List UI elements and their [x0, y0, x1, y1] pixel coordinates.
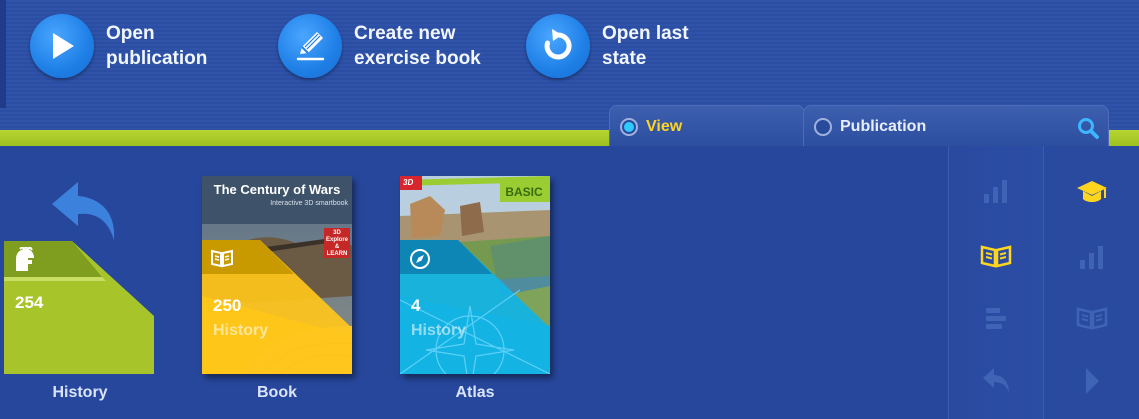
- book-label: Book: [257, 384, 297, 401]
- history-badge: 254: [4, 241, 154, 374]
- helmet-icon: [12, 245, 36, 278]
- view-radio[interactable]: [620, 117, 638, 136]
- atlas-subtitle: History: [411, 322, 467, 339]
- open-publication-label: Open publication: [106, 23, 208, 69]
- play-right-icon[interactable]: [1082, 366, 1102, 401]
- atlas-cover-tag: BASIC: [505, 185, 543, 199]
- book-subtitle: History: [213, 322, 269, 339]
- atlas-corner-logo: 3D: [403, 178, 414, 187]
- open-book-icon[interactable]: [980, 244, 1012, 273]
- list-icon[interactable]: [982, 306, 1010, 337]
- graduation-cap-icon[interactable]: [1075, 178, 1109, 211]
- atlas-count: 4: [411, 296, 421, 315]
- back-arrow-icon[interactable]: [48, 178, 120, 249]
- tab-view-label: View: [646, 117, 683, 135]
- publication-radio[interactable]: [814, 117, 832, 136]
- bar-chart-icon[interactable]: [982, 178, 1010, 209]
- create-exercise-book-button[interactable]: Create new exercise book: [278, 14, 514, 78]
- history-count: 254: [15, 293, 44, 312]
- refresh-icon: [526, 14, 590, 78]
- book-cover-subtitle: Interactive 3D smartbook: [270, 200, 348, 207]
- open-publication-button[interactable]: Open publication: [30, 14, 226, 78]
- atlas-label: Atlas: [455, 384, 495, 401]
- undo-arrow-icon[interactable]: [981, 366, 1011, 399]
- play-icon: [30, 14, 94, 78]
- sidebar-filters: [948, 146, 1044, 419]
- book-icon: [210, 248, 234, 273]
- tab-publication[interactable]: Publication: [803, 105, 1109, 147]
- atlas-cover[interactable]: 3D BASIC 4 History: [400, 176, 550, 374]
- open-last-state-button[interactable]: Open last state: [526, 14, 712, 78]
- tab-view[interactable]: View: [609, 105, 805, 147]
- history-label: History: [52, 384, 108, 401]
- tab-publication-label: Publication: [840, 117, 927, 135]
- book-cover-title: The Century of Wars: [213, 182, 341, 197]
- book-count: 250: [213, 296, 242, 315]
- book-cover[interactable]: The Century of Wars Interactive 3D smart…: [202, 176, 352, 374]
- search-icon[interactable]: [1076, 116, 1100, 145]
- bar-chart-icon[interactable]: [1078, 244, 1106, 275]
- open-last-state-label: Open last state: [602, 23, 689, 69]
- compass-icon: [409, 248, 431, 275]
- sidebar-modes: [1044, 146, 1139, 419]
- content-area: 254 History The Century of Wars Interact…: [0, 146, 1139, 419]
- open-book-icon[interactable]: [1076, 306, 1108, 335]
- pencil-icon: [278, 14, 342, 78]
- header-edge: [0, 0, 6, 108]
- create-exercise-book-label: Create new exercise book: [354, 23, 481, 69]
